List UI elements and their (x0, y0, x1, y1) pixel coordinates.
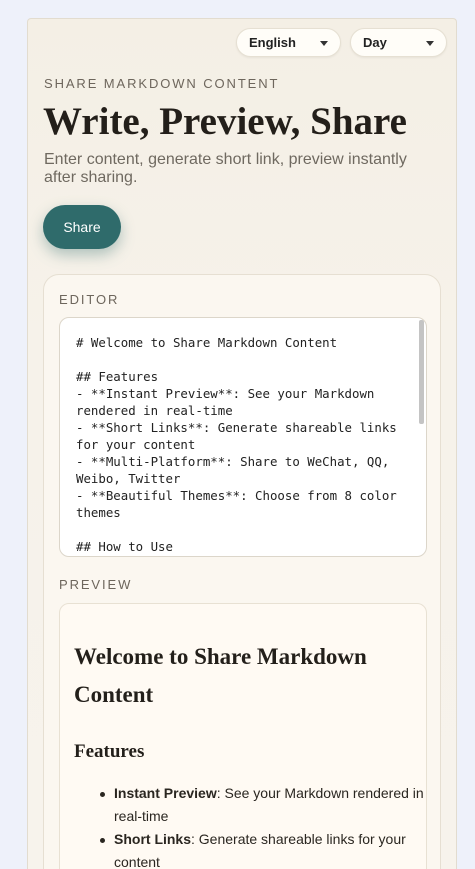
language-select-value: English (249, 35, 296, 50)
list-item-bold: Short Links (114, 831, 192, 847)
editor-text[interactable]: # Welcome to Share Markdown Content ## F… (60, 318, 426, 555)
markdown-preview: Welcome to Share Markdown Content Featur… (59, 603, 427, 869)
language-select[interactable]: English (236, 28, 341, 57)
editor-scrollbar[interactable] (419, 320, 424, 424)
app-container: English Day SHARE MARKDOWN CONTENT Write… (27, 18, 457, 869)
editor-label: EDITOR (59, 292, 120, 307)
chevron-down-icon (320, 41, 328, 46)
preview-feature-list: Instant Preview: See your Markdown rende… (74, 782, 426, 869)
list-item-bold: Instant Preview (114, 785, 217, 801)
chevron-down-icon (426, 41, 434, 46)
share-button[interactable]: Share (43, 205, 121, 249)
page-subtitle: Enter content, generate short link, prev… (44, 151, 407, 186)
theme-select[interactable]: Day (350, 28, 447, 57)
list-item: Instant Preview: See your Markdown rende… (100, 782, 426, 828)
preview-heading-2: Features (74, 741, 145, 762)
eyebrow-text: SHARE MARKDOWN CONTENT (44, 76, 280, 91)
preview-label: PREVIEW (59, 577, 133, 592)
content-card: EDITOR # Welcome to Share Markdown Conte… (43, 274, 441, 869)
theme-select-value: Day (363, 35, 387, 50)
preview-heading-1: Welcome to Share Markdown Content (74, 644, 367, 707)
list-item: Short Links: Generate shareable links fo… (100, 828, 426, 869)
markdown-editor[interactable]: # Welcome to Share Markdown Content ## F… (59, 317, 427, 557)
page-title: Write, Preview, Share (43, 100, 407, 143)
bullet-icon (100, 792, 105, 797)
bullet-icon (100, 838, 105, 843)
